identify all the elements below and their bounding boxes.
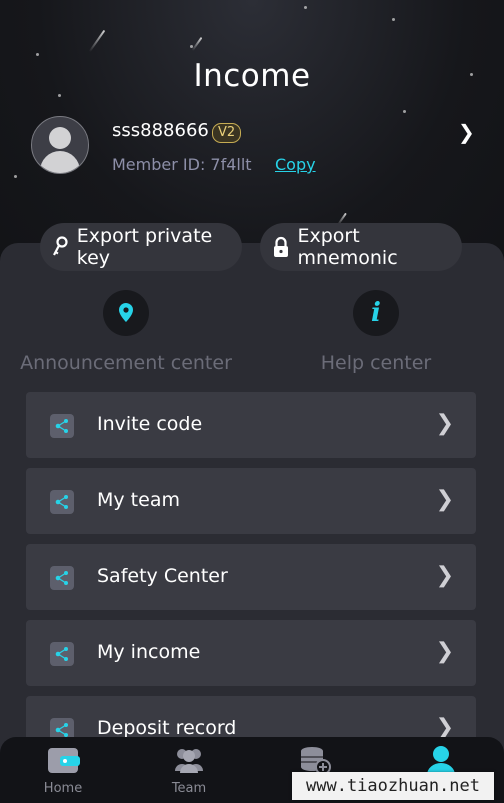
menu-item-label: Deposit record bbox=[97, 717, 237, 739]
export-mnemonic-label: Export mnemonic bbox=[297, 225, 398, 269]
avatar[interactable] bbox=[31, 116, 89, 174]
chevron-right-icon: ❯ bbox=[435, 487, 454, 512]
team-icon bbox=[172, 745, 206, 775]
share-icon bbox=[50, 642, 74, 666]
member-id-label: Member ID: bbox=[112, 155, 206, 174]
chevron-right-icon[interactable]: ❯ bbox=[458, 120, 475, 144]
page-title: Income bbox=[193, 58, 311, 94]
announcement-center-link[interactable]: Announcement center bbox=[1, 290, 251, 374]
user-icon bbox=[424, 745, 458, 775]
member-id: Member ID: 7f4llt bbox=[112, 155, 252, 174]
tab-home[interactable]: Home bbox=[0, 737, 126, 803]
export-private-key-label: Export private key bbox=[76, 225, 213, 269]
tab-label: Home bbox=[43, 781, 83, 796]
menu-item-my-team[interactable]: My team ❯ bbox=[26, 468, 476, 534]
menu-item-invite-code[interactable]: Invite code ❯ bbox=[26, 392, 476, 458]
export-mnemonic-button[interactable]: Export mnemonic bbox=[260, 223, 462, 271]
export-private-key-button[interactable]: Export private key bbox=[40, 223, 242, 271]
copy-button[interactable]: Copy bbox=[275, 155, 316, 174]
menu-item-safety-center[interactable]: Safety Center ❯ bbox=[26, 544, 476, 610]
location-pin-icon bbox=[103, 290, 149, 336]
announcement-center-label: Announcement center bbox=[20, 352, 232, 374]
tab-team[interactable]: Team bbox=[126, 737, 252, 803]
help-center-label: Help center bbox=[320, 352, 432, 374]
member-id-value: 7f4llt bbox=[210, 155, 252, 174]
coins-add-icon bbox=[298, 745, 332, 775]
watermark: www.tiaozhuan.net bbox=[292, 772, 494, 800]
share-icon bbox=[50, 566, 74, 590]
menu-item-label: Safety Center bbox=[97, 565, 228, 587]
username: sss888666 bbox=[112, 120, 209, 141]
menu-item-label: My income bbox=[97, 641, 201, 663]
tab-label: Team bbox=[171, 781, 207, 796]
chevron-right-icon: ❯ bbox=[435, 639, 454, 664]
help-center-link[interactable]: i Help center bbox=[251, 290, 501, 374]
chevron-right-icon: ❯ bbox=[435, 411, 454, 436]
menu-item-my-income[interactable]: My income ❯ bbox=[26, 620, 476, 686]
menu-item-label: My team bbox=[97, 489, 180, 511]
info-icon: i bbox=[353, 290, 399, 336]
key-icon bbox=[50, 236, 71, 258]
lock-icon bbox=[270, 236, 292, 258]
chevron-right-icon: ❯ bbox=[435, 563, 454, 588]
wallet-icon bbox=[46, 745, 80, 775]
level-badge: V2 bbox=[212, 123, 242, 143]
share-icon bbox=[50, 490, 74, 514]
share-icon bbox=[50, 414, 74, 438]
menu-item-label: Invite code bbox=[97, 413, 203, 435]
